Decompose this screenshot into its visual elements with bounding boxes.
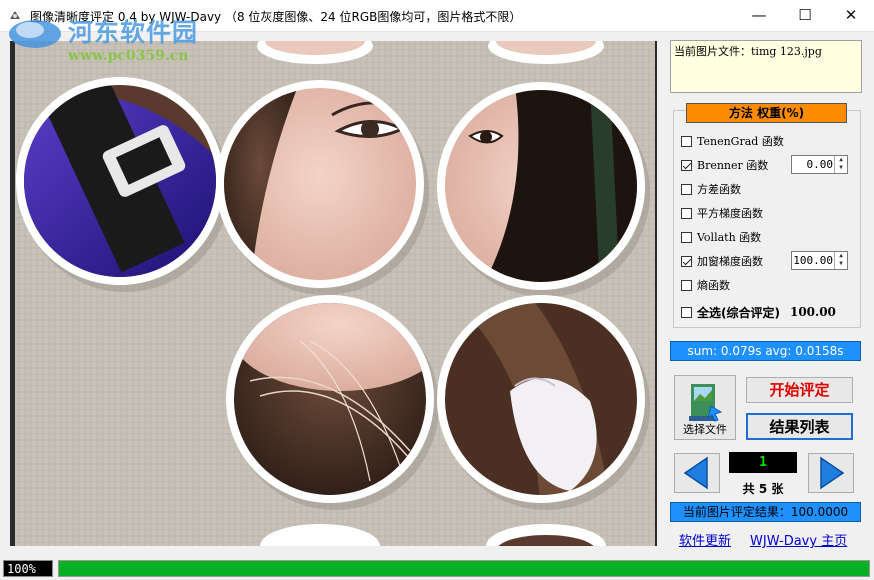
option-variance[interactable]: 方差函数	[681, 180, 741, 198]
window-title: 图像清晰度评定 0.4 by WJW-Davy （8 位灰度图像、24 位RGB…	[30, 10, 522, 24]
arrow-left-icon	[683, 456, 708, 490]
choose-file-button[interactable]: 选择文件	[674, 375, 736, 440]
progress-percent: 100%	[3, 560, 53, 577]
option-entropy[interactable]: 熵函数	[681, 276, 730, 294]
tenengrad-label: TenenGrad 函数	[697, 135, 784, 148]
image-counter: 1	[729, 452, 797, 473]
progress-bar	[58, 560, 870, 577]
variance-checkbox[interactable]	[681, 183, 692, 195]
spin-arrows-icon[interactable]: ▲ ▼	[834, 156, 847, 173]
windowed-gradient-checkbox[interactable]	[681, 255, 692, 267]
brenner-checkbox[interactable]	[681, 159, 692, 171]
select-all-checkbox[interactable]	[681, 306, 692, 318]
software-update-link[interactable]: 软件更新	[679, 530, 731, 549]
tenengrad-checkbox[interactable]	[681, 135, 692, 147]
progress-fill	[59, 561, 869, 576]
image-viewer[interactable]	[10, 41, 657, 546]
methods-header: 方法 权重(%)	[686, 103, 847, 123]
app-icon	[10, 11, 20, 19]
image-total: 共 5 张	[742, 482, 784, 496]
minimize-button[interactable]: —	[736, 0, 782, 31]
windowed-gradient-weight-input[interactable]: 100.00 ▲ ▼	[791, 251, 848, 270]
select-all-option[interactable]: 全选(综合评定) 100.00	[681, 303, 836, 321]
brenner-weight-input[interactable]: 0.00 ▲ ▼	[791, 155, 848, 174]
timing-stats: sum: 0.079s avg: 0.0158s	[670, 341, 861, 361]
vollath-label: Vollath 函数	[697, 231, 762, 244]
spin-arrows-icon[interactable]: ▲ ▼	[834, 252, 847, 269]
close-button[interactable]: ✕	[828, 0, 874, 31]
vollath-checkbox[interactable]	[681, 231, 692, 243]
start-evaluation-button[interactable]: 开始评定	[746, 377, 853, 403]
preview-image	[10, 41, 657, 546]
select-all-label: 全选(综合评定)	[697, 305, 780, 320]
variance-label: 方差函数	[697, 183, 741, 196]
squared-gradient-checkbox[interactable]	[681, 207, 692, 219]
option-brenner[interactable]: Brenner 函数	[681, 156, 768, 174]
option-vollath[interactable]: Vollath 函数	[681, 228, 761, 246]
current-file-box: 当前图片文件：timg 123.jpg	[670, 40, 862, 93]
entropy-label: 熵函数	[697, 279, 730, 292]
choose-file-label: 选择文件	[683, 423, 727, 436]
brenner-weight-value: 0.00	[806, 158, 834, 171]
result-list-button[interactable]: 结果列表	[746, 413, 853, 440]
brenner-label: Brenner 函数	[697, 159, 769, 172]
option-tenengrad[interactable]: TenenGrad 函数	[681, 132, 784, 150]
windowed-gradient-label: 加窗梯度函数	[697, 255, 763, 268]
select-all-total: 100.00	[789, 305, 836, 319]
arrow-right-icon	[820, 456, 845, 490]
option-squared-gradient[interactable]: 平方梯度函数	[681, 204, 763, 222]
previous-image-button[interactable]	[674, 453, 720, 493]
homepage-link[interactable]: WJW-Davy 主页	[750, 530, 847, 549]
option-windowed-gradient[interactable]: 加窗梯度函数	[681, 252, 763, 270]
maximize-button[interactable]: ☐	[782, 0, 828, 31]
folder-image-icon	[689, 384, 723, 422]
current-result: 当前图片评定结果：100.0000	[670, 502, 861, 522]
title-bar: 图像清晰度评定 0.4 by WJW-Davy （8 位灰度图像、24 位RGB…	[0, 0, 874, 32]
status-bar: 100%	[0, 558, 874, 580]
squared-gradient-label: 平方梯度函数	[697, 207, 763, 220]
windowed-gradient-weight-value: 100.00	[793, 254, 833, 267]
entropy-checkbox[interactable]	[681, 279, 692, 291]
next-image-button[interactable]	[808, 453, 854, 493]
